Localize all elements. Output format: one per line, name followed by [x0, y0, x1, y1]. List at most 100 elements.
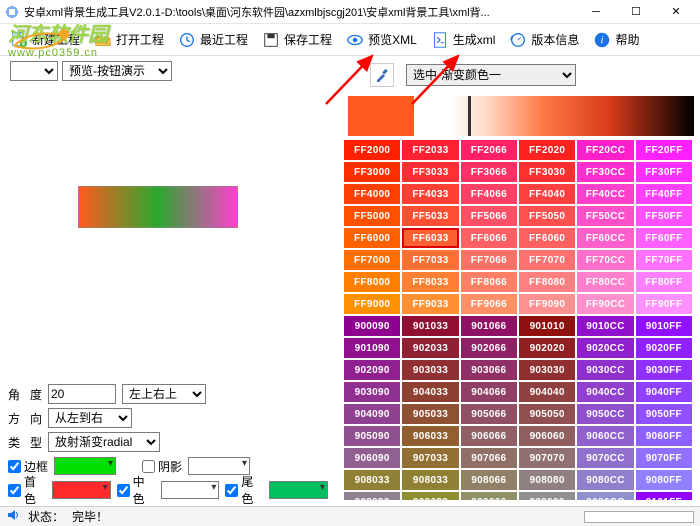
color-cell[interactable]: FF2033 [402, 140, 458, 160]
direction-select[interactable]: 从左到右 [48, 408, 132, 428]
color-cell[interactable]: 906060 [519, 426, 575, 446]
color3-swatch[interactable] [269, 481, 328, 499]
help-button[interactable]: i 帮助 [587, 29, 645, 51]
color-cell[interactable]: 902090 [344, 360, 400, 380]
angle-input[interactable] [48, 384, 116, 404]
color-cell[interactable]: 903090 [344, 382, 400, 402]
color-cell[interactable]: FF6000 [344, 228, 400, 248]
color-cell[interactable]: FF6066 [461, 228, 517, 248]
color-cell[interactable]: 906066 [461, 426, 517, 446]
color2-swatch[interactable] [161, 481, 220, 499]
maximize-button[interactable]: ☐ [616, 0, 656, 24]
close-button[interactable]: ✕ [656, 0, 696, 24]
color-cell[interactable]: 904033 [402, 382, 458, 402]
color-cell[interactable]: 902066 [461, 338, 517, 358]
picker-mode-select[interactable]: 选中-渐变颜色一 [406, 64, 576, 86]
color-cell[interactable]: FF70FF [636, 250, 692, 270]
color-cell[interactable]: 903066 [461, 360, 517, 380]
color-cell[interactable]: FF3033 [402, 162, 458, 182]
color-cell[interactable]: FF8000 [344, 272, 400, 292]
color-cell[interactable]: 901010 [519, 316, 575, 336]
color-cell[interactable]: 9080FF [636, 470, 692, 490]
open-project-button[interactable]: 打开工程 [88, 29, 170, 51]
color-cell[interactable]: 905050 [519, 404, 575, 424]
new-project-button[interactable]: 新建工程 [4, 29, 86, 51]
color-cell[interactable]: FF3030 [519, 162, 575, 182]
color-cell[interactable]: FF5033 [402, 206, 458, 226]
color-cell[interactable]: FF7066 [461, 250, 517, 270]
color-cell[interactable]: 908090 [344, 492, 400, 500]
color2-checkbox[interactable]: 中色 [117, 473, 155, 507]
angle-corner-select[interactable]: 左上右上 [122, 384, 206, 404]
version-button[interactable]: 版本信息 [503, 29, 585, 51]
color-cell[interactable]: 9050CC [577, 404, 633, 424]
color-cell[interactable]: 909090 [519, 492, 575, 500]
color-cell[interactable]: FF9033 [402, 294, 458, 314]
color-cell[interactable]: 909066 [461, 492, 517, 500]
color-cell[interactable]: FF20FF [636, 140, 692, 160]
color-cell[interactable]: 9020CC [577, 338, 633, 358]
color-cell[interactable]: 907033 [402, 448, 458, 468]
color-cell[interactable]: FF5000 [344, 206, 400, 226]
color-cell[interactable]: 9030CC [577, 360, 633, 380]
color-cell[interactable]: 9010CC [577, 316, 633, 336]
color-cell[interactable]: 901033 [402, 316, 458, 336]
color-cell[interactable]: FF4033 [402, 184, 458, 204]
color-cell[interactable]: 9070CC [577, 448, 633, 468]
speaker-icon[interactable] [6, 508, 20, 525]
color-cell[interactable]: 905066 [461, 404, 517, 424]
color-cell[interactable]: 903030 [519, 360, 575, 380]
color-cell[interactable]: 9070FF [636, 448, 692, 468]
color-cell[interactable]: FF60FF [636, 228, 692, 248]
layer-select[interactable] [10, 61, 58, 81]
eyedropper-button[interactable] [370, 63, 394, 87]
color-cell[interactable]: FF2020 [519, 140, 575, 160]
color-cell[interactable]: FF7070 [519, 250, 575, 270]
color-cell[interactable]: 908066 [461, 470, 517, 490]
color-cell[interactable]: FF4040 [519, 184, 575, 204]
color1-checkbox[interactable]: 首色 [8, 473, 46, 507]
color-cell[interactable]: 9010FF [636, 316, 692, 336]
color-cell[interactable]: FF3000 [344, 162, 400, 182]
color-cell[interactable]: 902033 [402, 338, 458, 358]
color-cell[interactable]: 904040 [519, 382, 575, 402]
shade-marker[interactable] [468, 96, 471, 136]
color-cell[interactable]: FF70CC [577, 250, 633, 270]
color-cell[interactable]: FF40FF [636, 184, 692, 204]
build-xml-button[interactable]: 生成xml [425, 29, 502, 51]
color-cell[interactable]: 9050FF [636, 404, 692, 424]
color-cell[interactable]: 900090 [344, 316, 400, 336]
color-cell[interactable]: FF20CC [577, 140, 633, 160]
shadow-color-swatch[interactable] [188, 457, 250, 475]
color-cell[interactable]: 905033 [402, 404, 458, 424]
color-cell[interactable]: FF4000 [344, 184, 400, 204]
color-cell[interactable]: FF50CC [577, 206, 633, 226]
color-cell[interactable]: FF60CC [577, 228, 633, 248]
current-color-swatch[interactable] [348, 96, 414, 136]
color-cell[interactable]: 9060FF [636, 426, 692, 446]
color-cell[interactable]: 901090 [344, 338, 400, 358]
color-cell[interactable]: 9060CC [577, 426, 633, 446]
color-cell[interactable]: FF30CC [577, 162, 633, 182]
color-cell[interactable]: FF7000 [344, 250, 400, 270]
color-cell[interactable]: FF40CC [577, 184, 633, 204]
color-cell[interactable]: 907070 [519, 448, 575, 468]
color-cell[interactable]: 903033 [402, 360, 458, 380]
color-cell[interactable]: 901066 [461, 316, 517, 336]
minimize-button[interactable]: ─ [576, 0, 616, 24]
color3-checkbox[interactable]: 尾色 [225, 473, 263, 507]
color-cell[interactable]: FF90FF [636, 294, 692, 314]
color-cell[interactable]: 908033 [402, 470, 458, 490]
color-cell[interactable]: 9080CC [577, 470, 633, 490]
color-cell[interactable]: FF30FF [636, 162, 692, 182]
color-cell[interactable]: 9040CC [577, 382, 633, 402]
color-cell[interactable]: 909033 [402, 492, 458, 500]
shadow-checkbox[interactable]: 阴影 [142, 458, 182, 475]
color-cell[interactable]: FF9090 [519, 294, 575, 314]
color-cell[interactable]: FF90CC [577, 294, 633, 314]
color-cell[interactable]: FF6033 [402, 228, 458, 248]
color-cell[interactable]: 908033 [344, 470, 400, 490]
color-cell[interactable]: FF3066 [461, 162, 517, 182]
color-cell[interactable]: FF80CC [577, 272, 633, 292]
color-cell[interactable]: 904066 [461, 382, 517, 402]
